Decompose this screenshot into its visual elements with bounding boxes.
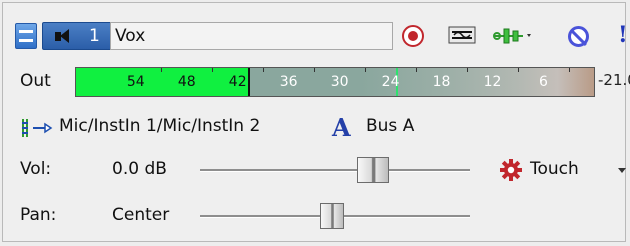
- input-output-icon[interactable]: [19, 116, 55, 140]
- meter-scale-label: 24: [381, 74, 400, 90]
- track-number-button[interactable]: 1: [42, 22, 114, 50]
- pan-row: Pan: Center: [15, 199, 630, 233]
- routing-icon[interactable]: [493, 25, 535, 47]
- meter-tick-mark: [263, 68, 265, 72]
- bus-letter-icon[interactable]: A: [332, 113, 351, 142]
- track-header-panel: 1 Vox ! Out 54 48 42 36 30 24 18 12 6 -21.0: [2, 2, 630, 242]
- chevron-down-icon[interactable]: [618, 168, 626, 173]
- meter-tick-mark: [568, 68, 570, 72]
- bus-output-label[interactable]: Bus A: [366, 116, 414, 136]
- input-source-label[interactable]: Mic/InstIn 1/Mic/InstIn 2: [59, 116, 260, 136]
- pan-fader-thumb[interactable]: [320, 203, 344, 229]
- volume-slider-track[interactable]: [200, 169, 470, 172]
- pan-value[interactable]: Center: [112, 205, 169, 225]
- meter-tick-mark: [365, 68, 367, 72]
- meter-scale-label: 54: [126, 74, 145, 90]
- track-title-row: 1 Vox !: [15, 21, 628, 53]
- output-level-meter: 54 48 42 36 30 24 18 12 6: [75, 67, 595, 97]
- volume-fader-thumb[interactable]: [357, 157, 389, 183]
- meter-tick-mark: [467, 68, 469, 72]
- meter-tick-mark: [518, 68, 519, 72]
- input-routing-row: Mic/InstIn 1/Mic/InstIn 2 A Bus A: [15, 113, 615, 143]
- meter-tick-mark: [314, 68, 316, 72]
- meter-scale-label: 48: [177, 74, 196, 90]
- meter-scale-label: 18: [432, 74, 451, 90]
- output-meter-row: Out 54 48 42 36 30 24 18 12 6 -21.0: [15, 65, 630, 99]
- meter-tick-mark: [161, 68, 163, 72]
- peak-readout[interactable]: -21.0: [598, 71, 630, 89]
- meter-level-fill: [76, 68, 251, 96]
- meter-tick-mark: [212, 68, 214, 72]
- meter-scale-label: 6: [539, 74, 548, 90]
- volume-row: Vol: 0.0 dB Touch: [15, 153, 630, 187]
- meter-scale-label: 30: [330, 74, 349, 90]
- output-label: Out: [20, 71, 51, 91]
- meter-tick-mark: [416, 68, 418, 72]
- arm-icon[interactable]: [15, 23, 37, 49]
- track-number: 1: [89, 26, 100, 46]
- mute-icon[interactable]: [568, 26, 589, 47]
- meter-scale-label: 36: [279, 74, 298, 90]
- gear-icon[interactable]: [500, 159, 522, 181]
- record-icon[interactable]: [402, 25, 424, 47]
- meter-scale-label: 42: [228, 74, 247, 90]
- solo-icon[interactable]: !: [618, 22, 628, 50]
- speaker-cone-icon: [60, 29, 69, 43]
- meter-scale-label: 12: [483, 74, 502, 90]
- fx-icon[interactable]: [448, 25, 476, 45]
- automation-mode-label[interactable]: Touch: [530, 159, 579, 179]
- volume-label: Vol:: [20, 159, 52, 179]
- track-name-field[interactable]: Vox: [110, 22, 393, 50]
- volume-value[interactable]: 0.0 dB: [112, 159, 167, 179]
- pan-label: Pan:: [20, 205, 57, 225]
